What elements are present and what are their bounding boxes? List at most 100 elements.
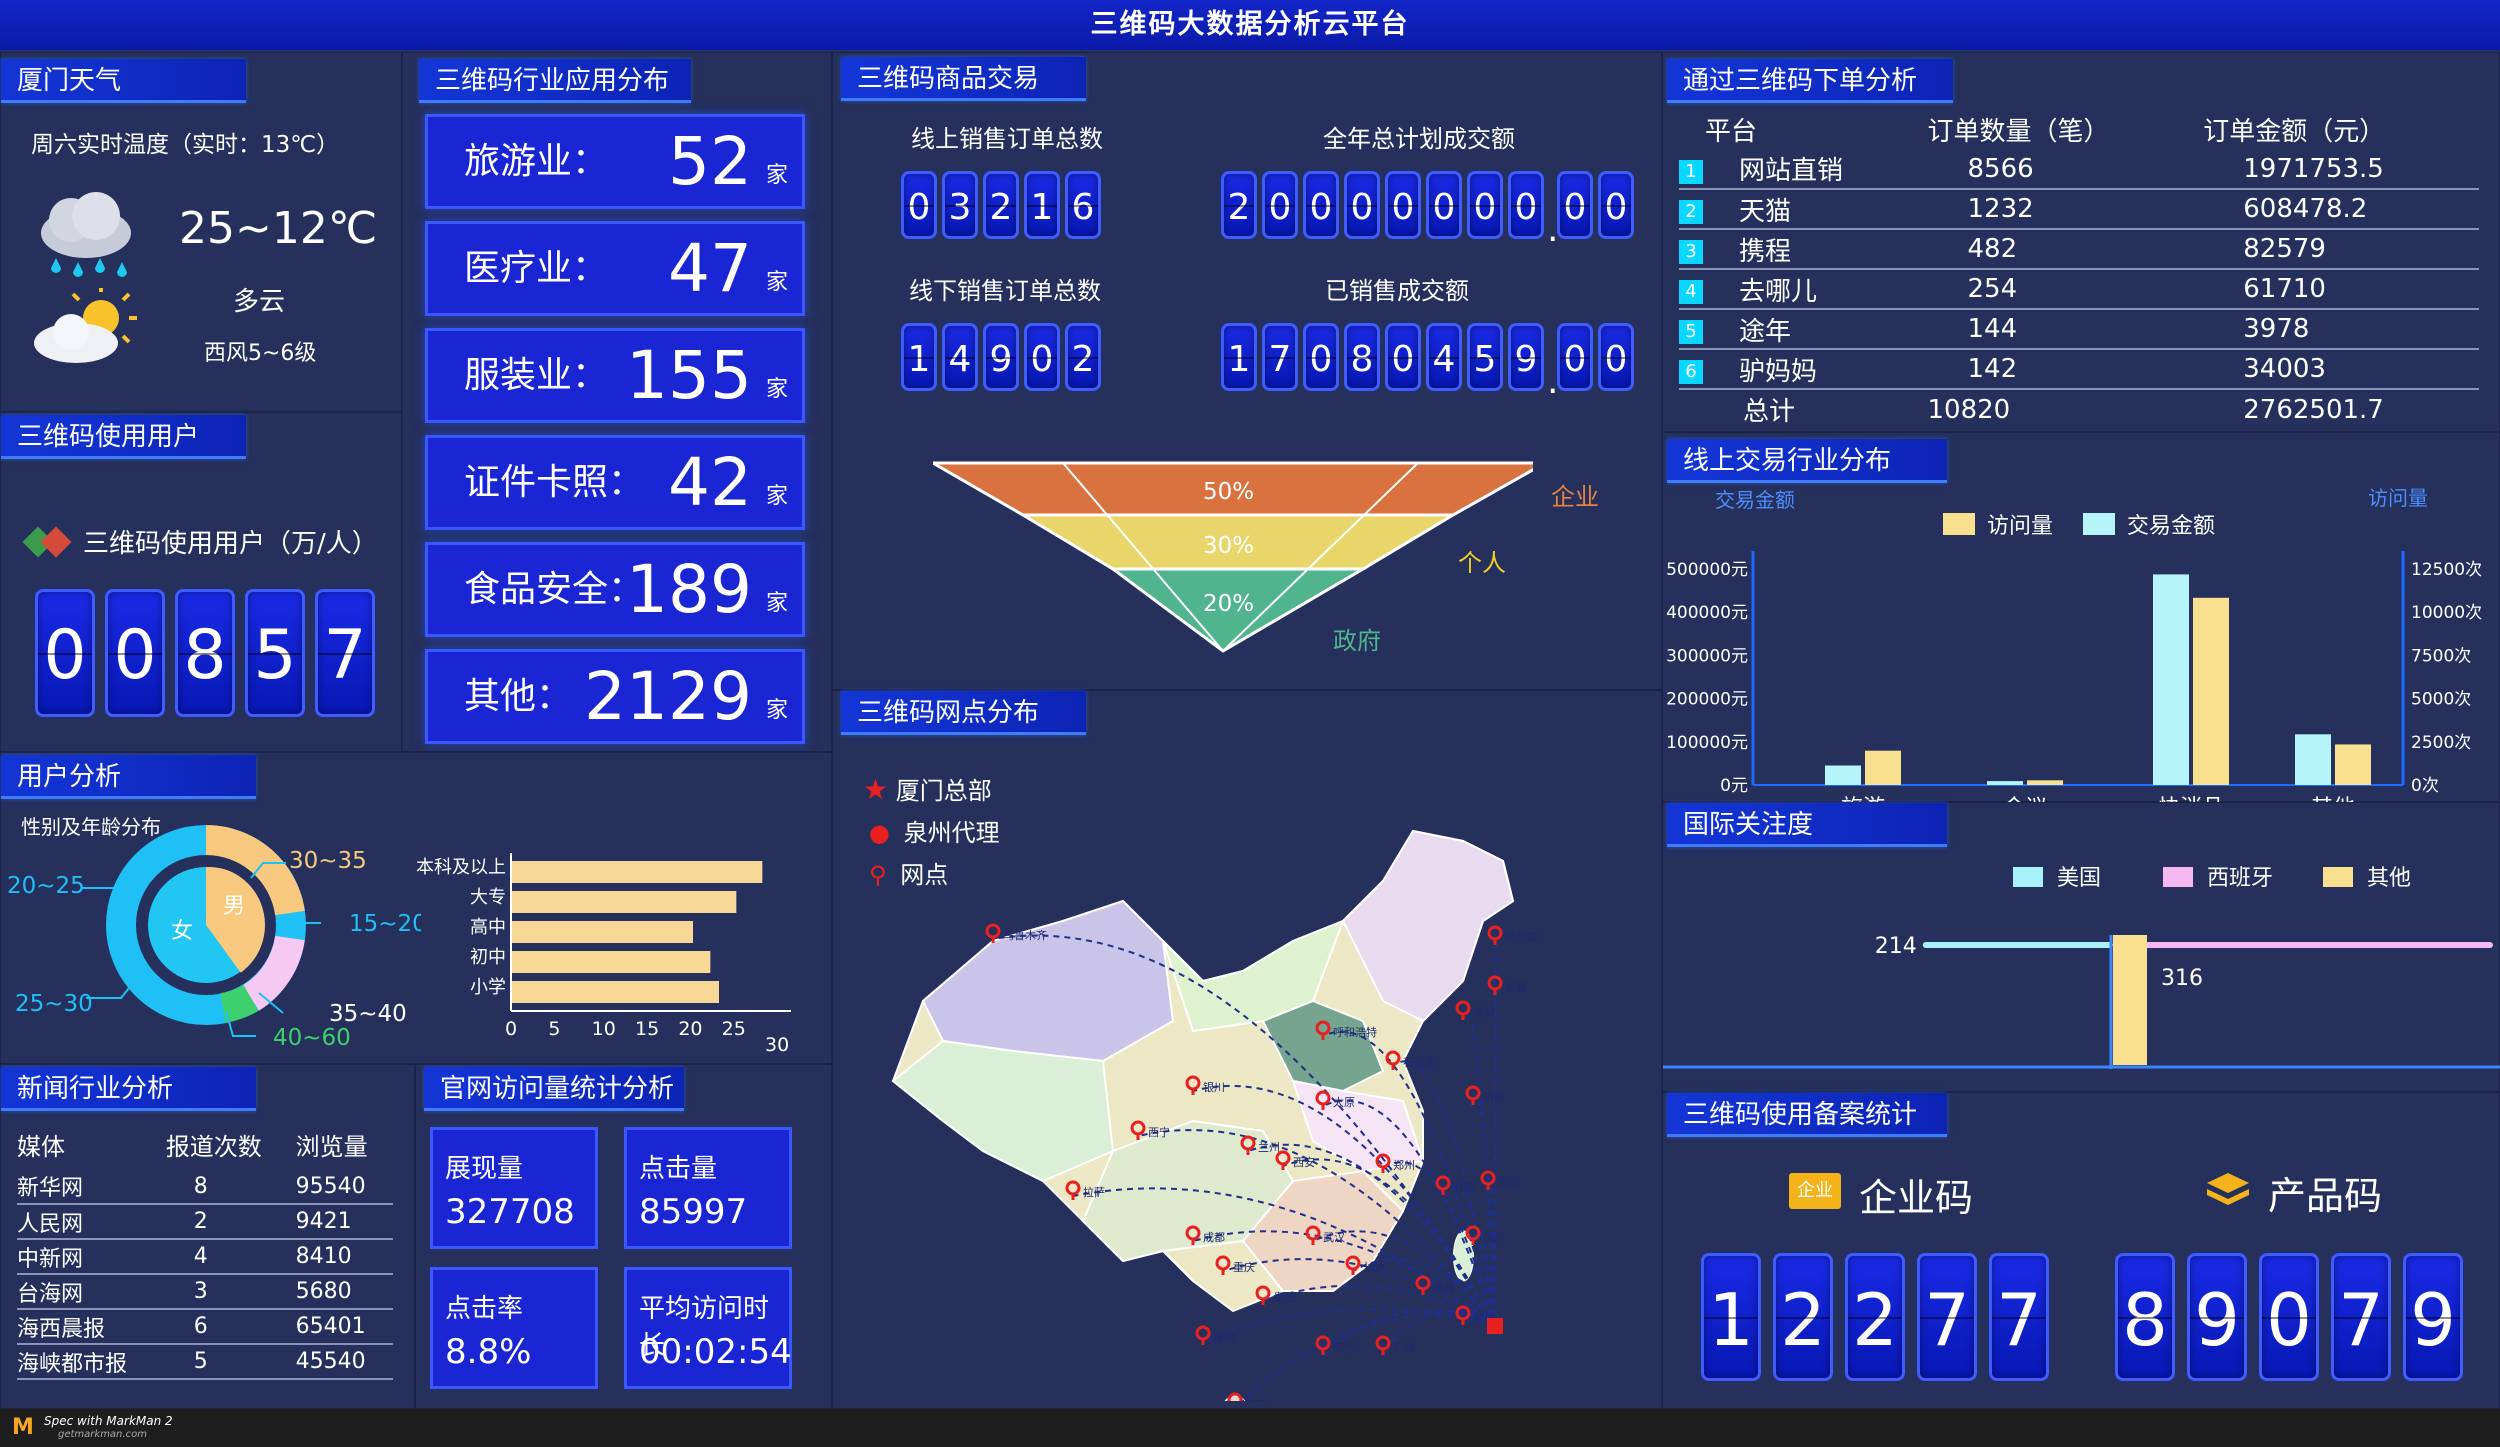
orders-amount: 1971753.5 (2203, 149, 2479, 190)
news-cell: 8410 (295, 1239, 393, 1275)
edu-label: 本科及以上 (416, 857, 506, 878)
bar-visits (2335, 744, 2371, 785)
sold-digit: 0 (1385, 323, 1421, 391)
route-line (1241, 1315, 1496, 1401)
bar-amount (2295, 734, 2331, 785)
weather-condition: 多云 (233, 287, 286, 317)
visit-impressions: 展现量 327708 (430, 1127, 598, 1249)
product-digit: 7 (2331, 1253, 2391, 1381)
city-label: 银川 (1203, 1080, 1225, 1094)
legend-label: 其他 (2367, 866, 2411, 891)
industry-card: 服装业： 155 家 (425, 328, 805, 423)
edu-bar (511, 981, 719, 1003)
industry-title: 三维码行业应用分布 (419, 59, 691, 103)
news-row: 海峡都市报 5 45540 (17, 1344, 393, 1380)
news-cell: 45540 (295, 1344, 393, 1380)
visits-title: 官网访问量统计分析 (424, 1067, 684, 1111)
product-digit: 0 (2259, 1253, 2319, 1381)
orders-qty: 482 (1927, 229, 2204, 270)
edu-tick: 30 (765, 1034, 789, 1053)
funnel-pct-enterprise: 50% (1203, 479, 1254, 505)
legend-hq: 厦门总部 (895, 777, 992, 805)
enterprise-digit: 2 (1773, 1253, 1833, 1381)
sold-digit: 5 (1467, 323, 1503, 391)
rank-badge: 6 (1679, 360, 1703, 384)
weather-wind: 西风5~6级 (204, 341, 317, 366)
y2tick: 12500次 (2411, 560, 2482, 580)
legend-swatch (2323, 867, 2353, 887)
news-cell: 6 (165, 1309, 296, 1345)
orders-platform: 携程 (1739, 236, 1792, 267)
city-label: 西安 (1293, 1155, 1315, 1169)
industry-card: 旅游业： 52 家 (425, 114, 805, 209)
sold-amount-label: 已销售成交额 (1325, 277, 1469, 305)
funnel-label-personal: 个人 (1458, 549, 1506, 577)
orders-col-platform: 平台 (1705, 116, 1758, 147)
orders-qty: 144 (1927, 309, 2204, 350)
industry-value: 155 (626, 337, 752, 414)
plan-digit: 0 (1262, 171, 1298, 239)
rank-badge: 3 (1679, 240, 1703, 264)
online-trade-chart: 交易金额 访问量访问量 交易金额500000元400000元300000元20000… (1666, 486, 2482, 803)
product-digit: 8 (2115, 1253, 2175, 1381)
news-row: 台海网 3 5680 (17, 1274, 393, 1310)
bar-amount (2153, 574, 2189, 785)
orders-qty: 8566 (1927, 149, 2204, 190)
edu-tick: 15 (635, 1018, 659, 1040)
orders-platform: 去哪儿 (1739, 276, 1818, 307)
ytick: 0元 (1720, 776, 1748, 796)
city-label: 长春 (1505, 981, 1527, 994)
orders-qty: 254 (1927, 269, 2204, 310)
y2label: 访问量 (2368, 486, 2428, 510)
industry-value: 2129 (584, 658, 752, 735)
legend-label: 交易金额 (2127, 514, 2215, 539)
rank-badge: 4 (1679, 280, 1703, 304)
city-label: 沈阳 (1473, 1005, 1495, 1019)
edu-bar (511, 921, 693, 943)
product-box-icon (2207, 1173, 2249, 1205)
hq-star-icon: ★ (863, 773, 889, 806)
bar-visits (2193, 597, 2229, 785)
y2tick: 0次 (2411, 776, 2439, 796)
edu-bar (511, 951, 711, 973)
app-title: 三维码大数据分析云平台 (0, 0, 2500, 50)
orders-amount: 3978 (2203, 309, 2479, 350)
industry-name: 其他： (464, 676, 573, 717)
industry-value: 42 (668, 444, 752, 521)
orders-platform: 驴妈妈 (1739, 356, 1818, 387)
news-cell: 4 (165, 1239, 296, 1275)
intl-title: 国际关注度 (1667, 803, 1947, 847)
funnel-pct-personal: 30% (1203, 533, 1254, 559)
industry-unit: 家 (765, 591, 788, 616)
users-digit: 5 (245, 589, 305, 717)
edu-label: 高中 (470, 917, 506, 938)
city-label: 乌鲁木齐 (1003, 928, 1047, 942)
city-label: 武汉 (1323, 1231, 1345, 1244)
sold-digit: 4 (1426, 323, 1462, 391)
partly-cloudy-icon (34, 288, 137, 363)
product-digit: 9 (2403, 1253, 2463, 1381)
y2tick: 2500次 (2411, 733, 2471, 753)
orders-row: 4 去哪儿 254 61710 (1679, 269, 2479, 310)
bar-other (2113, 935, 2147, 1065)
industry-unit: 家 (765, 698, 788, 723)
age-label-40-60: 40~60 (273, 1025, 351, 1051)
orders-platform: 途年 (1739, 316, 1792, 347)
orders-panel: 通过三维码下单分析 平台 订单数量（笔） 订单金额（元） 1 网站直销 8566 19… (1662, 52, 2500, 432)
rank-badge: 2 (1679, 200, 1703, 224)
legend-label: 访问量 (1987, 514, 2053, 539)
age-label-20-25: 20~25 (7, 873, 85, 899)
industry-card: 证件卡照： 42 家 (425, 435, 805, 530)
city-pin-icon (1375, 1335, 1391, 1351)
orders-title: 通过三维码下单分析 (1667, 59, 1953, 103)
orders-row: 1 网站直销 8566 1971753.5 (1679, 149, 2479, 190)
sold-digit: 9 (1508, 323, 1544, 391)
plan-digit: 0 (1508, 171, 1544, 239)
orders-row: 5 途年 144 3978 (1679, 309, 2479, 350)
online-orders-label: 线上销售订单总数 (911, 125, 1103, 153)
plan-digit: 0 (1467, 171, 1503, 239)
orders-qty: 142 (1927, 349, 2204, 390)
city-label: 西宁 (1148, 1125, 1170, 1139)
sold-digit: 0 (1303, 323, 1339, 391)
footer-bar: M Spec with MarkMan 2 getmarkman.com (0, 1409, 2500, 1447)
